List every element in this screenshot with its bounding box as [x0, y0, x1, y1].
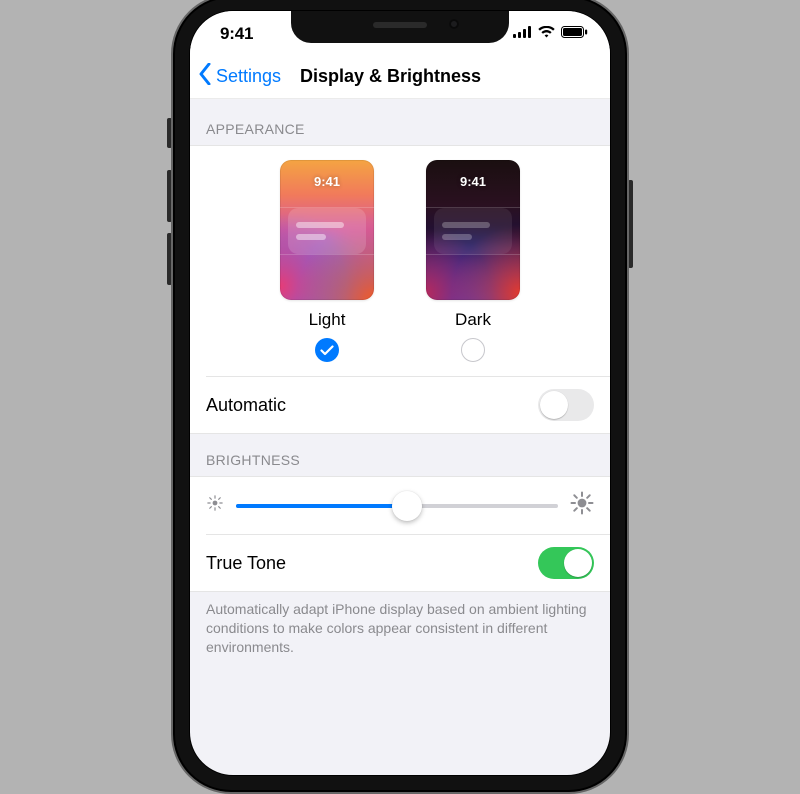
slider-thumb[interactable]	[392, 491, 422, 521]
nav-bar: Settings Display & Brightness	[190, 55, 610, 99]
appearance-header: APPEARANCE	[190, 99, 610, 145]
content: APPEARANCE 9:41 Light	[190, 99, 610, 775]
appearance-card: 9:41 Light	[190, 145, 610, 434]
wifi-icon	[538, 26, 555, 38]
true-tone-label: True Tone	[206, 553, 286, 574]
back-label: Settings	[216, 66, 281, 87]
preview-time: 9:41	[280, 174, 374, 189]
page-title: Display & Brightness	[300, 55, 481, 98]
preview-widget	[288, 208, 366, 254]
light-radio[interactable]	[315, 338, 339, 362]
back-button[interactable]: Settings	[198, 55, 281, 98]
dark-radio[interactable]	[461, 338, 485, 362]
switch-knob	[540, 391, 568, 419]
dark-label: Dark	[455, 310, 491, 330]
brightness-card: True Tone	[190, 476, 610, 592]
speaker-grille	[373, 22, 427, 28]
dark-mode-option[interactable]: 9:41 Dark	[426, 160, 520, 362]
notch	[291, 11, 509, 43]
sun-small-icon	[206, 494, 224, 517]
preview-widget	[434, 208, 512, 254]
true-tone-row: True Tone	[206, 534, 610, 591]
true-tone-description: Automatically adapt iPhone display based…	[190, 592, 610, 697]
status-icons	[513, 26, 588, 38]
light-preview: 9:41	[280, 160, 374, 300]
dark-preview: 9:41	[426, 160, 520, 300]
brightness-header: BRIGHTNESS	[190, 434, 610, 476]
iphone-mockup: 9:41	[171, 0, 629, 794]
slider-fill	[236, 504, 407, 508]
chevron-left-icon	[198, 63, 212, 90]
true-tone-switch[interactable]	[538, 547, 594, 579]
light-label: Light	[309, 310, 346, 330]
automatic-label: Automatic	[206, 395, 286, 416]
front-camera	[449, 19, 459, 29]
checkmark-icon	[320, 345, 334, 356]
status-time: 9:41	[220, 24, 253, 44]
light-mode-option[interactable]: 9:41 Light	[280, 160, 374, 362]
brightness-slider[interactable]	[236, 492, 558, 520]
cellular-bars-icon	[513, 26, 532, 38]
automatic-switch[interactable]	[538, 389, 594, 421]
appearance-options: 9:41 Light	[190, 146, 610, 376]
sun-large-icon	[570, 491, 594, 520]
automatic-row: Automatic	[206, 376, 610, 433]
preview-time: 9:41	[426, 174, 520, 189]
screen: 9:41	[189, 10, 611, 776]
switch-knob	[564, 549, 592, 577]
battery-icon	[561, 26, 588, 38]
brightness-slider-row	[190, 477, 610, 534]
